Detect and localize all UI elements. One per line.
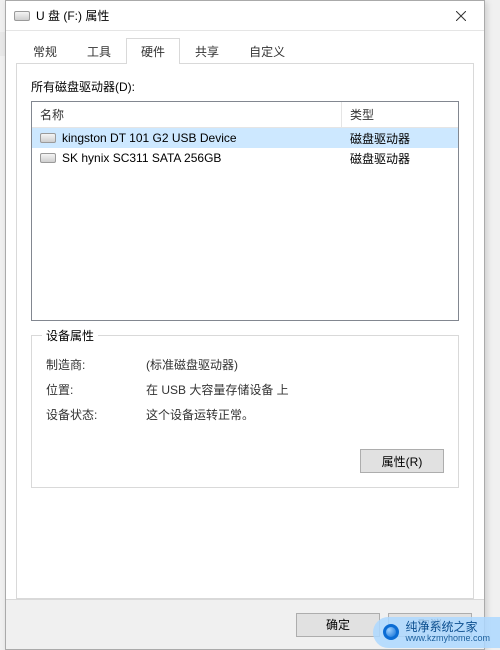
client-area: 常规 工具 硬件 共享 自定义 所有磁盘驱动器(D): 名称 类型 kingst…	[6, 31, 484, 599]
status-value: 这个设备运转正常。	[146, 406, 444, 423]
tab-sharing[interactable]: 共享	[180, 38, 234, 64]
location-label: 位置:	[46, 381, 146, 398]
device-type-cell: 磁盘驱动器	[342, 130, 458, 147]
ok-button[interactable]: 确定	[296, 613, 380, 637]
manufacturer-label: 制造商:	[46, 356, 146, 373]
titlebar: U 盘 (F:) 属性	[6, 1, 484, 31]
disk-drive-icon	[40, 153, 56, 163]
device-properties-group: 设备属性 制造商: (标准磁盘驱动器) 位置: 在 USB 大容量存储设备 上 …	[31, 335, 459, 488]
close-button[interactable]	[438, 1, 484, 31]
device-properties-button[interactable]: 属性(R)	[360, 449, 444, 473]
device-name: SK hynix SC311 SATA 256GB	[62, 151, 221, 165]
column-header-type[interactable]: 类型	[342, 102, 458, 127]
watermark-url: www.kzmyhome.com	[405, 634, 490, 644]
device-type-cell: 磁盘驱动器	[342, 150, 458, 167]
device-list-header: 名称 类型	[32, 102, 458, 128]
group-actions: 属性(R)	[46, 449, 444, 473]
device-name-cell: SK hynix SC311 SATA 256GB	[32, 151, 342, 165]
location-value: 在 USB 大容量存储设备 上	[146, 381, 444, 398]
device-name-cell: kingston DT 101 G2 USB Device	[32, 131, 342, 145]
tab-tools[interactable]: 工具	[72, 38, 126, 64]
location-row: 位置: 在 USB 大容量存储设备 上	[46, 381, 444, 398]
device-name: kingston DT 101 G2 USB Device	[62, 131, 237, 145]
watermark-logo-icon	[383, 624, 399, 640]
drive-icon	[14, 11, 30, 21]
all-drives-label: 所有磁盘驱动器(D):	[31, 78, 459, 95]
watermark: 纯净系统之家 www.kzmyhome.com	[373, 617, 500, 648]
status-label: 设备状态:	[46, 406, 146, 423]
status-row: 设备状态: 这个设备运转正常。	[46, 406, 444, 423]
close-icon	[456, 11, 466, 21]
device-properties-title: 设备属性	[42, 327, 98, 344]
properties-dialog: U 盘 (F:) 属性 常规 工具 硬件 共享 自定义 所有磁盘驱动器(D): …	[5, 0, 485, 650]
device-row[interactable]: kingston DT 101 G2 USB Device 磁盘驱动器	[32, 128, 458, 148]
device-row[interactable]: SK hynix SC311 SATA 256GB 磁盘驱动器	[32, 148, 458, 168]
disk-drive-icon	[40, 133, 56, 143]
tab-strip: 常规 工具 硬件 共享 自定义	[16, 37, 474, 63]
device-list[interactable]: 名称 类型 kingston DT 101 G2 USB Device 磁盘驱动…	[31, 101, 459, 321]
manufacturer-row: 制造商: (标准磁盘驱动器)	[46, 356, 444, 373]
tab-panel-hardware: 所有磁盘驱动器(D): 名称 类型 kingston DT 101 G2 USB…	[16, 63, 474, 599]
tab-hardware[interactable]: 硬件	[126, 38, 180, 64]
tab-customize[interactable]: 自定义	[234, 38, 300, 64]
window-title: U 盘 (F:) 属性	[36, 7, 438, 24]
tab-general[interactable]: 常规	[18, 38, 72, 64]
manufacturer-value: (标准磁盘驱动器)	[146, 356, 444, 373]
column-header-name[interactable]: 名称	[32, 102, 342, 127]
